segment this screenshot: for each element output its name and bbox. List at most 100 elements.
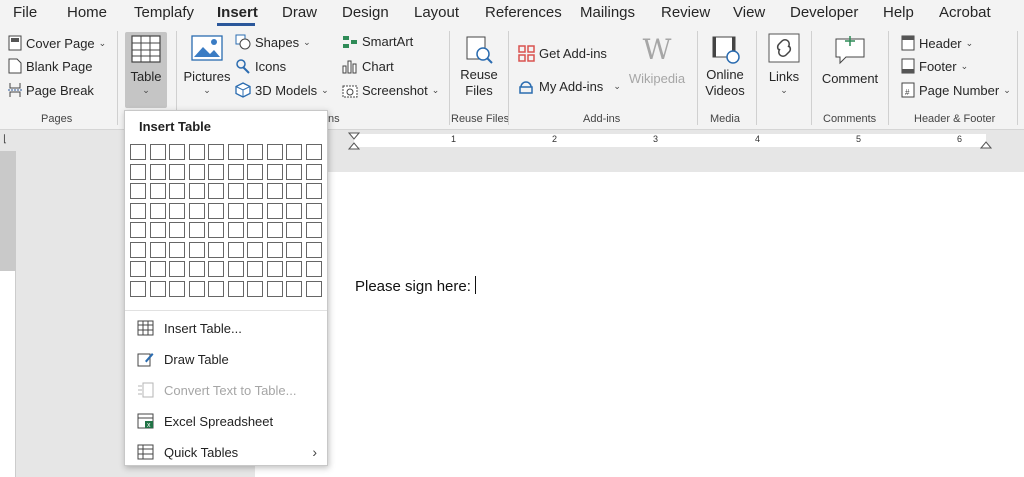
table-grid-cell[interactable] [208, 261, 224, 277]
table-grid-cell[interactable] [247, 144, 263, 160]
reuse-files-button[interactable]: Reuse Files [457, 35, 501, 99]
table-grid-cell[interactable] [305, 222, 322, 238]
table-grid-cell[interactable] [266, 202, 283, 219]
tab-review[interactable]: Review [661, 4, 710, 21]
table-grid-cell[interactable] [169, 183, 185, 199]
table-grid-cell[interactable] [149, 183, 166, 199]
table-grid-cell[interactable] [149, 144, 166, 160]
get-addins-button[interactable]: Get Add-ins [518, 45, 607, 62]
table-grid-cell[interactable] [286, 202, 302, 219]
table-grid-cell[interactable] [149, 163, 166, 180]
cover-page-button[interactable]: Cover Page ⌄ [8, 35, 106, 51]
table-grid-cell[interactable] [305, 241, 322, 258]
table-grid-cell[interactable] [130, 280, 146, 297]
horizontal-ruler[interactable]: 1 2 3 4 5 6 [328, 131, 1024, 151]
table-grid-cell[interactable] [169, 241, 185, 258]
indent-marker-icon[interactable] [348, 131, 360, 151]
table-grid-cell[interactable] [227, 222, 244, 238]
table-grid-cell[interactable] [305, 144, 322, 160]
tab-file[interactable]: File [13, 4, 37, 21]
table-grid-cell[interactable] [188, 183, 205, 199]
table-grid-cell[interactable] [286, 241, 302, 258]
table-grid-cell[interactable] [149, 241, 166, 258]
table-grid-cell[interactable] [286, 183, 302, 199]
table-grid-cell[interactable] [188, 163, 205, 180]
blank-page-button[interactable]: Blank Page [8, 58, 93, 74]
table-grid-cell[interactable] [286, 144, 302, 160]
table-grid-cell[interactable] [247, 163, 263, 180]
online-videos-button[interactable]: Online Videos [703, 35, 747, 99]
table-grid-cell[interactable] [305, 163, 322, 180]
table-grid-cell[interactable] [149, 280, 166, 297]
comment-button[interactable]: Comment [818, 35, 882, 87]
table-grid-cell[interactable] [149, 222, 166, 238]
table-grid-cell[interactable] [130, 183, 146, 199]
table-grid-cell[interactable] [227, 163, 244, 180]
3d-models-button[interactable]: 3D Models ⌄ [235, 82, 329, 98]
table-grid-cell[interactable] [149, 202, 166, 219]
table-grid-cell[interactable] [208, 144, 224, 160]
table-grid-cell[interactable] [227, 280, 244, 297]
page-number-button[interactable]: # Page Number ⌄ [901, 82, 1011, 98]
draw-table-item[interactable]: Draw Table [137, 351, 229, 367]
table-grid-cell[interactable] [130, 261, 146, 277]
tab-design[interactable]: Design [342, 4, 389, 21]
document-page[interactable] [255, 172, 1024, 477]
table-grid-cell[interactable] [266, 261, 283, 277]
table-grid-cell[interactable] [169, 202, 185, 219]
tab-insert[interactable]: Insert [217, 4, 258, 21]
tab-mailings[interactable]: Mailings [580, 4, 635, 21]
table-grid-cell[interactable] [247, 280, 263, 297]
table-grid-cell[interactable] [266, 163, 283, 180]
table-grid-cell[interactable] [208, 222, 224, 238]
table-grid-cell[interactable] [227, 183, 244, 199]
screenshot-button[interactable]: Screenshot ⌄ [342, 82, 439, 98]
table-grid-cell[interactable] [169, 222, 185, 238]
tab-developer[interactable]: Developer [790, 4, 858, 21]
tab-layout[interactable]: Layout [414, 4, 459, 21]
table-grid-cell[interactable] [286, 280, 302, 297]
table-grid-cell[interactable] [266, 280, 283, 297]
tab-help[interactable]: Help [883, 4, 914, 21]
table-grid-cell[interactable] [227, 144, 244, 160]
tab-home[interactable]: Home [67, 4, 107, 21]
table-grid-cell[interactable] [227, 261, 244, 277]
insert-table-item[interactable]: Insert Table... [137, 320, 242, 336]
tab-templafy[interactable]: Templafy [134, 4, 194, 21]
table-grid-cell[interactable] [169, 280, 185, 297]
shapes-button[interactable]: Shapes ⌄ [235, 34, 311, 50]
table-grid-cell[interactable] [266, 241, 283, 258]
table-grid-cell[interactable] [305, 183, 322, 199]
table-grid-cell[interactable] [266, 183, 283, 199]
smartart-button[interactable]: SmartArt [342, 34, 413, 49]
my-addins-button[interactable]: My Add-ins ⌄ [518, 78, 621, 95]
table-grid-cell[interactable] [305, 202, 322, 219]
table-grid-cell[interactable] [247, 183, 263, 199]
table-grid-cell[interactable] [286, 163, 302, 180]
tab-references[interactable]: References [485, 4, 562, 21]
links-button[interactable]: Links ⌄ [764, 33, 804, 96]
table-grid-cell[interactable] [188, 280, 205, 297]
table-grid-cell[interactable] [247, 222, 263, 238]
table-grid-cell[interactable] [149, 261, 166, 277]
right-indent-marker-icon[interactable] [980, 139, 992, 149]
table-grid-cell[interactable] [266, 144, 283, 160]
table-grid-cell[interactable] [208, 202, 224, 219]
vertical-ruler[interactable] [0, 151, 16, 477]
table-grid-cell[interactable] [227, 202, 244, 219]
header-button[interactable]: Header ⌄ [901, 35, 973, 51]
table-grid-cell[interactable] [305, 280, 322, 297]
tab-acrobat[interactable]: Acrobat [939, 4, 991, 21]
table-grid-cell[interactable] [208, 163, 224, 180]
table-grid-cell[interactable] [130, 163, 146, 180]
table-grid-cell[interactable] [286, 261, 302, 277]
quick-tables-item[interactable]: Quick Tables [137, 444, 238, 460]
table-grid-cell[interactable] [305, 261, 322, 277]
tab-view[interactable]: View [733, 4, 765, 21]
table-grid-cell[interactable] [208, 183, 224, 199]
table-grid-cell[interactable] [247, 202, 263, 219]
tab-draw[interactable]: Draw [282, 4, 317, 21]
table-grid-cell[interactable] [208, 241, 224, 258]
document-text[interactable]: Please sign here: [355, 276, 476, 295]
footer-button[interactable]: Footer ⌄ [901, 58, 968, 74]
